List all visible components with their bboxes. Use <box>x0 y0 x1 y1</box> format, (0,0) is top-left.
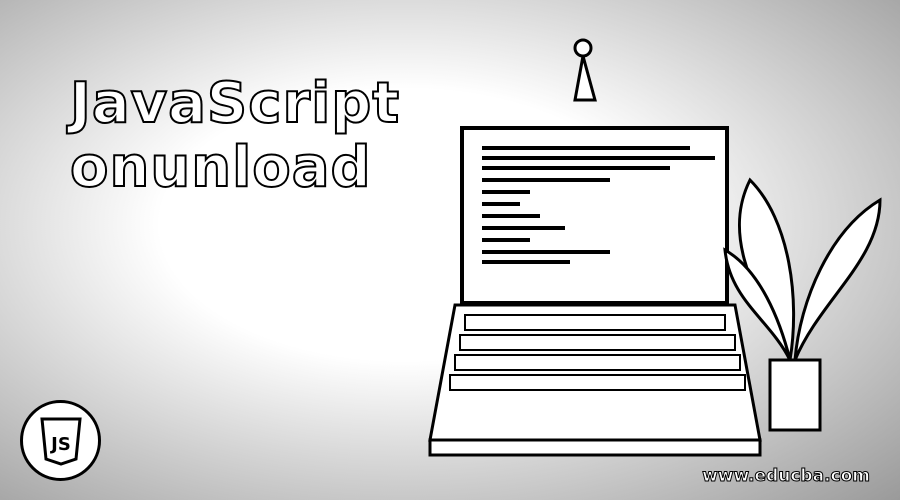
watermark: www.educba.com <box>702 466 871 487</box>
title-line-2: onunload <box>69 135 372 201</box>
laptop-base <box>428 438 762 457</box>
js-shield-icon: JS <box>39 417 82 466</box>
person-figure <box>573 38 593 58</box>
js-logo-text: JS <box>49 434 71 455</box>
js-logo: JS <box>20 400 101 481</box>
title-line-1: JavaScript <box>69 71 401 137</box>
laptop-keyboard <box>428 303 762 442</box>
person-body <box>573 55 597 102</box>
page-title: JavaScript onunload <box>69 71 401 201</box>
